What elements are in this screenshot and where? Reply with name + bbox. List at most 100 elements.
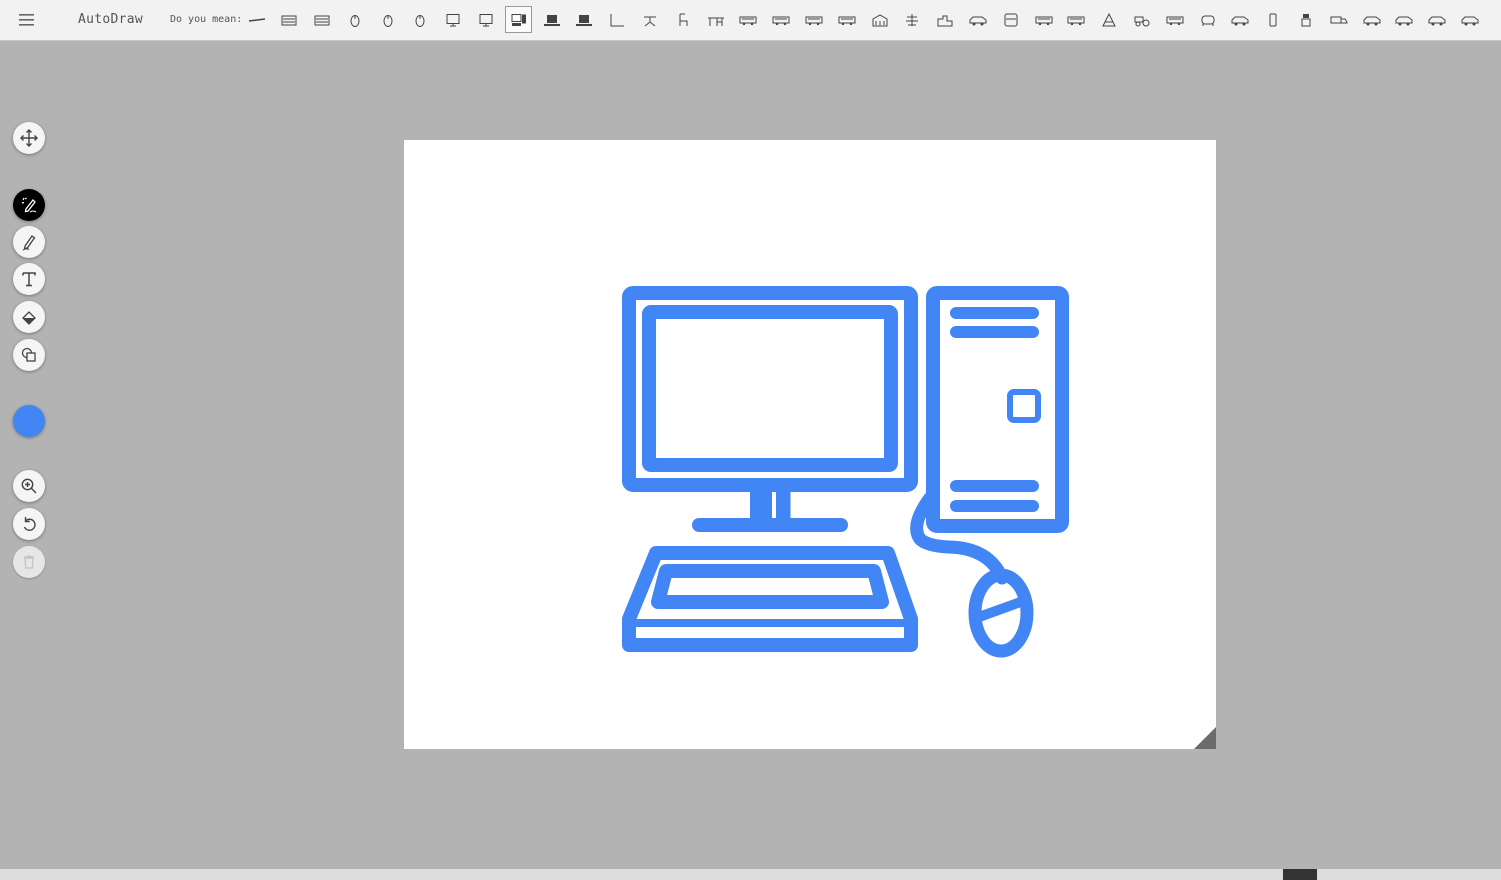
suggestion-item[interactable] [801, 6, 828, 33]
suggestion-item[interactable] [932, 6, 959, 33]
laptop-icon [543, 14, 560, 26]
suggestion-item[interactable] [604, 6, 631, 33]
suggestion-item[interactable] [1293, 6, 1320, 33]
undo-icon [23, 517, 36, 531]
keyboard-icon [314, 15, 330, 25]
suggestion-item[interactable] [276, 6, 303, 33]
laptop-icon [576, 14, 593, 26]
corner-icon [610, 13, 625, 26]
phone-icon [1269, 13, 1277, 26]
suggestion-item[interactable] [1325, 6, 1352, 33]
tower-icon [1102, 12, 1117, 26]
suggestion-item[interactable] [702, 6, 729, 33]
app-title[interactable]: AutoDraw [78, 12, 143, 27]
suggestion-item[interactable] [407, 6, 434, 33]
paint-bucket-icon [22, 311, 36, 325]
suggestion-item[interactable] [768, 6, 795, 33]
mouse-icon [383, 14, 393, 27]
move-tool-button[interactable] [13, 122, 45, 154]
suggestion-item[interactable] [341, 6, 368, 33]
suggestion-item[interactable] [440, 6, 467, 33]
building-icon [872, 13, 888, 26]
mouse-icon [415, 14, 425, 27]
monitor-icon [446, 13, 460, 26]
suggestion-item[interactable] [1063, 6, 1090, 33]
mouse-icon [350, 14, 360, 27]
color-picker-swatch[interactable] [13, 405, 45, 437]
suggestion-item[interactable] [1227, 6, 1254, 33]
undo-tool-button[interactable] [13, 508, 45, 540]
suggestion-item[interactable] [997, 6, 1024, 33]
desk-icon [707, 17, 724, 26]
suggestion-item[interactable] [1129, 6, 1156, 33]
car-icon [1428, 16, 1446, 25]
bus-icon [838, 16, 856, 25]
suggestion-item[interactable] [1161, 6, 1188, 33]
suggestion-item[interactable] [637, 6, 664, 33]
zoom-tool-button[interactable] [13, 470, 45, 502]
bus-icon [805, 16, 823, 25]
autodraw-tool-button[interactable] [13, 189, 45, 221]
suggestion-item[interactable] [473, 6, 500, 33]
truck-icon [1330, 16, 1348, 23]
suggestions-label: Do you mean: [170, 14, 243, 25]
type-tool-button[interactable] [13, 263, 45, 295]
desktop-computer-icon [511, 13, 526, 26]
suggestion-item[interactable] [1096, 6, 1123, 33]
bottom-tab[interactable] [1283, 869, 1317, 880]
factory-icon [937, 15, 953, 26]
bus-icon [1166, 16, 1184, 25]
suggestion-item[interactable] [735, 6, 762, 33]
suggestion-item[interactable] [1030, 6, 1057, 33]
zoom-in-icon [21, 478, 37, 494]
suggestion-item[interactable] [1194, 6, 1221, 33]
bus-icon [1035, 16, 1053, 25]
car-front-icon [1201, 15, 1215, 26]
suggestion-item[interactable] [1456, 6, 1483, 33]
suggestion-item[interactable] [899, 6, 926, 33]
monitor-icon [479, 13, 493, 26]
fill-tool-button[interactable] [13, 301, 45, 333]
car-icon [1231, 16, 1249, 25]
delete-tool-button[interactable] [13, 546, 45, 578]
suggestion-item[interactable] [243, 6, 270, 33]
suggestion-item[interactable] [965, 6, 992, 33]
car-icon [1395, 16, 1413, 25]
keyboard-icon [281, 15, 297, 25]
suggestion-item[interactable] [374, 6, 401, 33]
hamburger-menu-icon[interactable] [17, 11, 39, 29]
tractor-icon [1134, 16, 1150, 26]
trash-icon [24, 555, 34, 569]
suggestion-item[interactable] [309, 6, 336, 33]
suggestion-item[interactable] [1391, 6, 1418, 33]
pagoda-icon [906, 13, 919, 26]
top-bar: AutoDraw Do you mean: [0, 0, 1501, 41]
stool-icon [644, 16, 657, 26]
suggestion-item[interactable] [833, 6, 860, 33]
shape-tool-button[interactable] [13, 339, 45, 371]
suggestion-item[interactable] [571, 6, 598, 33]
chair-icon [679, 13, 688, 26]
bus-icon [1067, 16, 1085, 25]
move-arrows-icon [20, 129, 38, 147]
suggestion-item[interactable] [1424, 6, 1451, 33]
canvas-resize-handle[interactable] [1194, 727, 1216, 749]
suggestions-strip [243, 6, 1501, 36]
text-icon [22, 272, 36, 287]
suggestion-item[interactable] [538, 6, 565, 33]
shapes-icon [21, 347, 36, 362]
suggestion-item[interactable] [1358, 6, 1385, 33]
robot-icon [1301, 13, 1311, 26]
draw-tool-button[interactable] [13, 226, 45, 258]
bus-icon [772, 16, 790, 25]
suggestion-item[interactable] [669, 6, 696, 33]
drawing-canvas[interactable] [404, 140, 1216, 749]
suggestion-item[interactable] [1260, 6, 1287, 33]
bus-icon [739, 16, 757, 25]
cable-icon [248, 17, 265, 22]
suggestion-item[interactable] [505, 6, 533, 33]
suggestion-item[interactable] [866, 6, 893, 33]
bottom-strip [0, 869, 1501, 880]
car-icon [1363, 16, 1381, 25]
desktop-computer-drawing[interactable] [404, 140, 1216, 749]
